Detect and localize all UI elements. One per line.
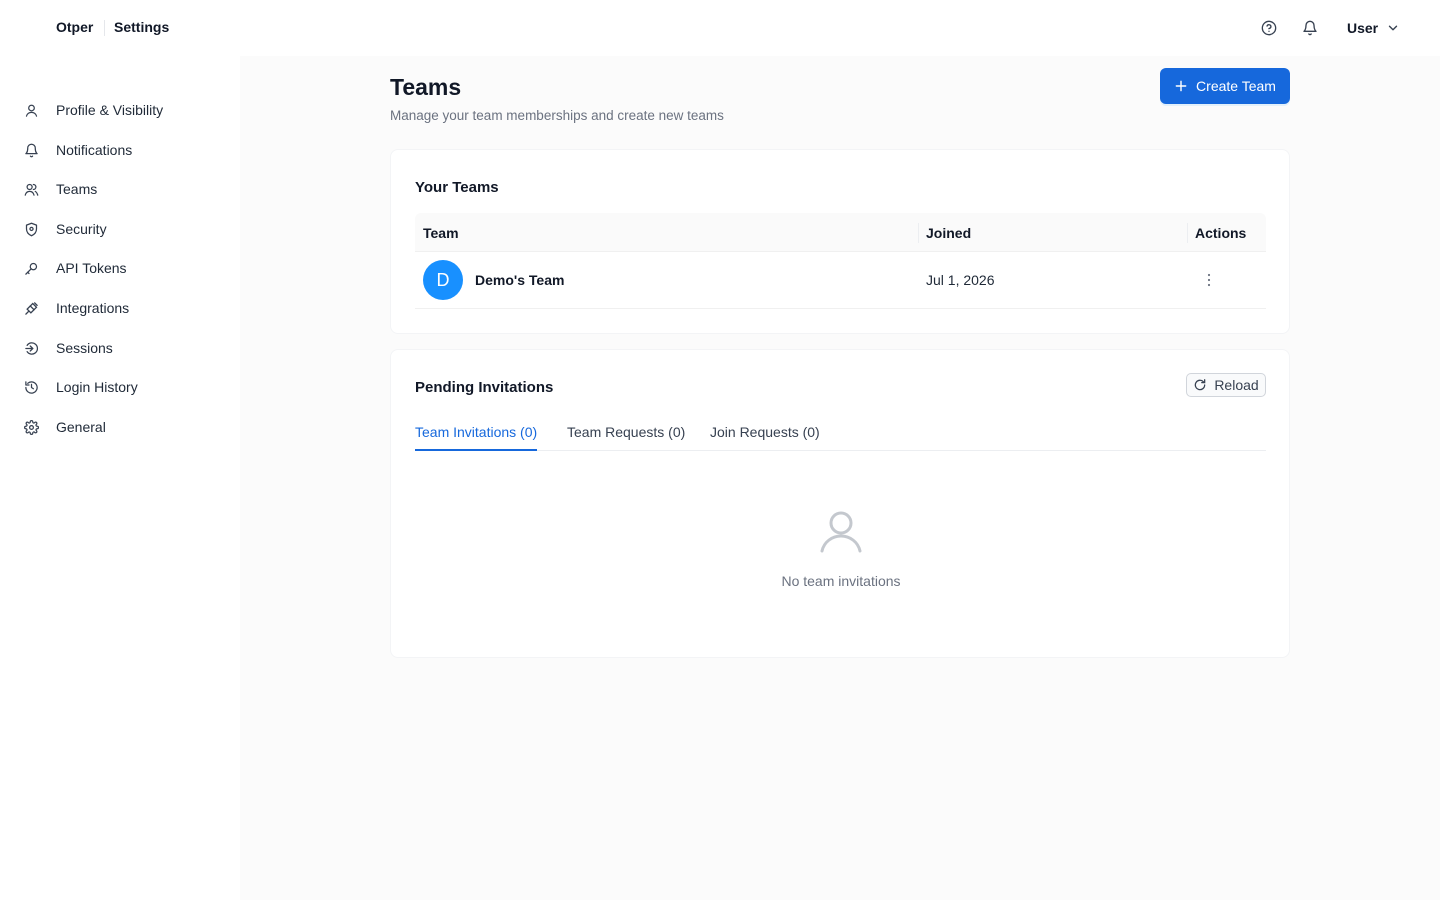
user-icon — [23, 102, 39, 118]
bell-icon — [23, 142, 39, 158]
your-teams-title: Your Teams — [415, 179, 499, 196]
avatar: D — [423, 260, 463, 300]
reload-icon — [1193, 378, 1207, 392]
more-vertical-icon — [1207, 273, 1211, 287]
sidebar-item-label: API Tokens — [56, 260, 127, 276]
main-content: Teams Manage your team memberships and c… — [240, 56, 1440, 900]
sidebar-item-profile-visibility[interactable]: Profile & Visibility — [0, 92, 240, 128]
empty-state-text: No team invitations — [781, 573, 901, 589]
brand-name[interactable]: Otper — [56, 19, 93, 35]
table-header: Team Joined Actions — [415, 213, 1266, 252]
sidebar-item-label: Sessions — [56, 340, 113, 356]
sidebar-item-login-history[interactable]: Login History — [0, 369, 240, 405]
shield-icon — [23, 221, 39, 237]
invitation-tabs: Team Invitations (0) Team Requests (0) J… — [415, 420, 1266, 451]
your-teams-card: Your Teams Team Joined Actions D Demo's … — [390, 149, 1290, 334]
table-row[interactable]: D Demo's Team Jul 1, 2026 — [415, 252, 1266, 309]
help-circle-icon[interactable] — [1259, 18, 1279, 38]
tab-team-requests[interactable]: Team Requests (0) — [567, 424, 685, 451]
reload-button[interactable]: Reload — [1186, 373, 1266, 397]
reload-label: Reload — [1214, 377, 1259, 393]
sidebar-item-label: Security — [56, 221, 107, 237]
sidebar-item-label: General — [56, 419, 106, 435]
sidebar-item-api-tokens[interactable]: API Tokens — [0, 250, 240, 286]
column-header-actions: Actions — [1195, 225, 1247, 241]
team-name[interactable]: Demo's Team — [475, 272, 564, 288]
column-divider — [1187, 223, 1188, 243]
more-actions-button[interactable] — [1199, 270, 1219, 290]
column-header-team: Team — [423, 225, 459, 241]
sidebar-item-general[interactable]: General — [0, 409, 240, 445]
page-subtitle: Manage your team memberships and create … — [390, 108, 724, 123]
sidebar-item-teams[interactable]: Teams — [0, 171, 240, 207]
brand-divider — [104, 20, 105, 36]
page-title: Teams — [390, 74, 462, 100]
sidebar-item-label: Login History — [56, 379, 138, 395]
column-header-joined: Joined — [926, 225, 972, 241]
gear-icon — [23, 419, 39, 435]
chevron-down-icon — [1386, 21, 1400, 35]
sidebar-item-security[interactable]: Security — [0, 211, 240, 247]
plug-icon — [23, 300, 39, 316]
login-icon — [23, 340, 39, 356]
tab-team-invitations[interactable]: Team Invitations (0) — [415, 424, 538, 451]
sidebar-item-label: Integrations — [56, 300, 130, 316]
team-icon — [23, 181, 39, 197]
sidebar-item-label: Teams — [56, 181, 98, 197]
pending-invitations-title: Pending Invitations — [415, 379, 554, 396]
top-bar: Otper Settings User — [0, 0, 1440, 56]
sidebar-item-notifications[interactable]: Notifications — [0, 132, 240, 168]
empty-user-icon — [817, 507, 865, 555]
sidebar-item-integrations[interactable]: Integrations — [0, 290, 240, 326]
history-icon — [23, 379, 39, 395]
sidebar-item-sessions[interactable]: Sessions — [0, 330, 240, 366]
column-divider — [918, 223, 919, 243]
create-team-label: Create Team — [1196, 78, 1276, 94]
section-title: Settings — [114, 19, 170, 35]
user-menu[interactable]: User — [1347, 18, 1400, 38]
bell-icon[interactable] — [1300, 18, 1320, 38]
tab-join-requests[interactable]: Join Requests (0) — [710, 424, 820, 451]
joined-date: Jul 1, 2026 — [926, 272, 995, 288]
sidebar-item-label: Notifications — [56, 142, 133, 158]
key-icon — [23, 260, 39, 276]
sidebar: Profile & Visibility Notifications Teams… — [0, 56, 240, 900]
plus-icon — [1174, 79, 1188, 93]
user-label: User — [1347, 20, 1379, 36]
create-team-button[interactable]: Create Team — [1160, 68, 1290, 104]
pending-invitations-card: Pending Invitations Reload Team Invitati… — [390, 349, 1290, 658]
sidebar-item-label: Profile & Visibility — [56, 102, 164, 118]
